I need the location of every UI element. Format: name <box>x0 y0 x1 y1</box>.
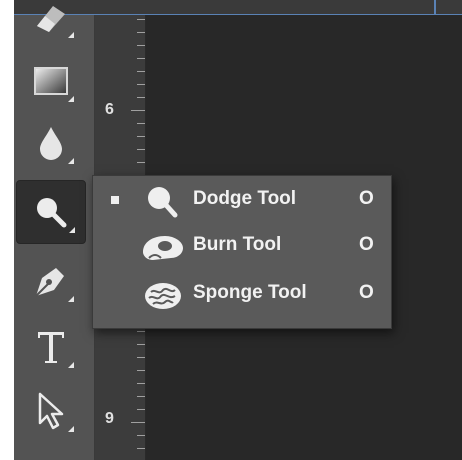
ruler-tick <box>137 357 145 358</box>
ruler-tick <box>137 136 145 137</box>
flyout-item-dodge-tool[interactable]: Dodge Tool O <box>93 178 391 224</box>
flyout-item-label: Sponge Tool <box>193 282 307 303</box>
magnifier-dodge-icon <box>33 194 69 230</box>
shortcut-key: O <box>359 188 374 209</box>
eraser-tool-button[interactable] <box>18 0 84 48</box>
flyout-item-sponge-tool[interactable]: Sponge Tool O <box>93 272 391 318</box>
shortcut-key: O <box>359 234 374 255</box>
ruler-label: 9 <box>105 410 114 427</box>
flyout-item-burn-tool[interactable]: Burn Tool O <box>93 224 391 270</box>
ruler-tick <box>137 97 145 98</box>
ruler-tick <box>137 344 145 345</box>
flyout-indicator-icon <box>69 227 75 233</box>
pen-tool-button[interactable] <box>18 250 84 312</box>
flyout-indicator-icon <box>68 96 74 102</box>
dodge-icon <box>139 182 187 220</box>
pen-nib-icon <box>32 262 70 300</box>
flyout-indicator-icon <box>68 296 74 302</box>
ruler-tick <box>137 71 145 72</box>
gradient-tool-button[interactable] <box>18 50 84 112</box>
blur-tool-button[interactable] <box>18 112 84 174</box>
flyout-indicator-icon <box>68 362 74 368</box>
ruler-tick <box>137 58 145 59</box>
type-tool-button[interactable] <box>18 316 84 378</box>
shortcut-key: O <box>359 282 374 303</box>
ruler-tick <box>137 435 145 436</box>
ruler-label: 6 <box>105 101 114 118</box>
flyout-indicator-icon <box>68 32 74 38</box>
ruler-tick <box>137 409 145 410</box>
sponge-icon <box>139 276 187 314</box>
eraser-icon <box>31 0 71 34</box>
path-selection-tool-button[interactable] <box>18 380 84 442</box>
photoshop-window: 5 6 9 <box>0 0 462 460</box>
ruler-tick <box>137 32 145 33</box>
ruler-tick <box>137 448 145 449</box>
ruler-tick <box>137 370 145 371</box>
flyout-item-label: Dodge Tool <box>193 188 297 209</box>
toning-tools-flyout-menu: Dodge Tool O Burn Tool O Sponge Tool O <box>92 175 392 329</box>
ruler-tick <box>137 123 145 124</box>
ruler-tick <box>131 110 145 111</box>
ruler-tick <box>137 45 145 46</box>
flyout-indicator-icon <box>68 426 74 432</box>
selected-bullet-icon <box>111 196 119 204</box>
ruler-tick <box>137 162 145 163</box>
ruler-tick <box>137 331 145 332</box>
ruler-tick <box>137 383 145 384</box>
ruler-tick <box>137 19 145 20</box>
gradient-icon <box>32 65 70 97</box>
ruler-tick <box>131 422 145 423</box>
arrow-cursor-icon <box>34 391 68 431</box>
flyout-indicator-icon <box>68 158 74 164</box>
burn-hand-icon <box>139 228 187 266</box>
ruler-tick <box>137 84 145 85</box>
flyout-item-label: Burn Tool <box>193 234 282 255</box>
dodge-tool-button[interactable] <box>16 180 86 244</box>
droplet-icon <box>36 125 66 161</box>
ruler-tick <box>137 149 145 150</box>
type-icon <box>33 328 69 366</box>
panel-edge-highlight <box>434 0 436 14</box>
ruler-tick <box>137 396 145 397</box>
